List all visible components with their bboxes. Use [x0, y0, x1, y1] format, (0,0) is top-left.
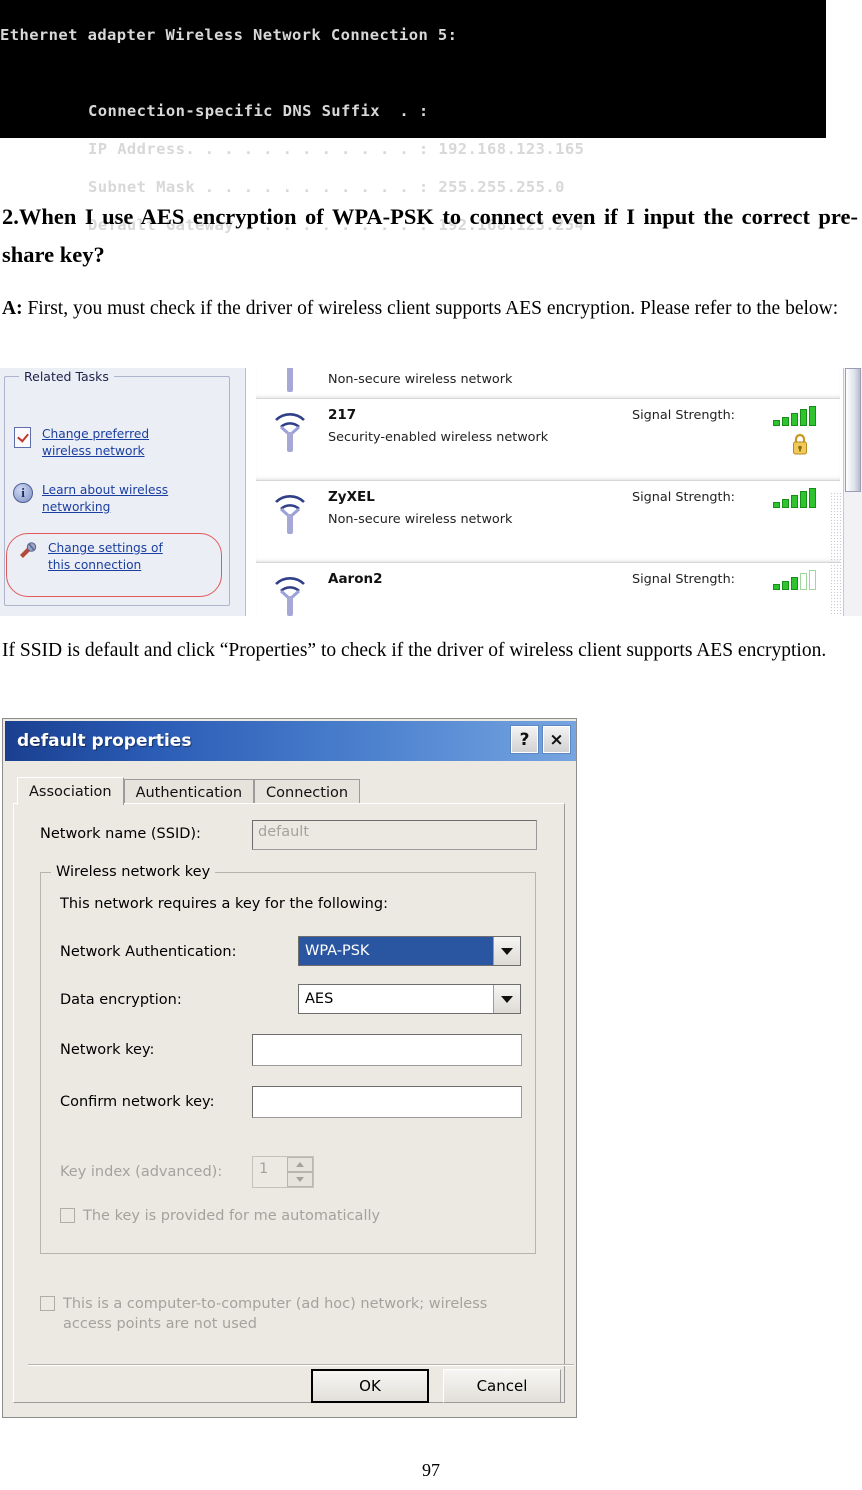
scrollbar-thumb[interactable]	[845, 368, 861, 492]
task-learn-about-wireless-networking[interactable]: i Learn about wireless networking	[12, 482, 182, 516]
network-list-item[interactable]: Non-secure wireless network	[256, 368, 840, 399]
wireless-network-key-title: Wireless network key	[51, 864, 216, 880]
data-encryption-label: Data encryption:	[60, 992, 182, 1008]
confirm-network-key-input[interactable]	[252, 1086, 522, 1118]
ssid-label: Network name (SSID):	[40, 826, 201, 842]
network-list-scrollbar[interactable]	[843, 368, 862, 616]
ipconfig-terminal-output: Ethernet adapter Wireless Network Connec…	[0, 0, 826, 234]
related-tasks-title: Related Tasks	[19, 369, 114, 384]
network-description: Non-secure wireless network	[328, 512, 513, 527]
info-icon: i	[12, 482, 34, 504]
ok-button[interactable]: OK	[311, 1369, 429, 1403]
key-index-value: 1	[259, 1161, 269, 1177]
terminal-header-line: Ethernet adapter Wireless Network Connec…	[0, 26, 458, 44]
terminal-subnet-mask-line: Subnet Mask . . . . . . . . . . . : 255.…	[88, 178, 565, 196]
key-requirement-note: This network requires a key for the foll…	[60, 896, 388, 912]
faq-question-heading: 2.When I use AES encryption of WPA-PSK t…	[2, 204, 858, 267]
dialog-tabstrip[interactable]: Association Authentication Connection	[17, 777, 361, 805]
network-key-label: Network key:	[60, 1042, 155, 1058]
network-authentication-value: WPA-PSK	[299, 937, 493, 965]
network-list-item[interactable]: Aaron2 Signal Strength:	[256, 564, 840, 616]
signal-strength-label: Signal Strength:	[631, 490, 735, 505]
network-name: Aaron2	[328, 571, 383, 587]
key-index-label: Key index (advanced):	[60, 1164, 223, 1180]
chevron-up-icon[interactable]	[287, 1157, 313, 1172]
checkbox-icon[interactable]	[40, 1296, 55, 1311]
chevron-down-icon[interactable]	[493, 985, 520, 1013]
ssid-instruction-paragraph: If SSID is default and click “Properties…	[2, 640, 827, 661]
answer-prefix-label: A:	[2, 298, 23, 319]
terminal-dns-suffix-line: Connection-specific DNS Suffix . :	[88, 102, 429, 120]
wifi-antenna-icon	[275, 577, 305, 616]
network-name: ZyXEL	[328, 489, 375, 505]
panel-divider	[28, 1364, 574, 1366]
chevron-down-icon[interactable]	[493, 937, 520, 965]
network-key-input[interactable]	[252, 1034, 522, 1066]
related-tasks-pane: Related Tasks Change preferred wireless …	[0, 368, 246, 616]
wifi-antenna-icon	[275, 495, 305, 534]
network-description: Security-enabled wireless network	[328, 430, 549, 445]
network-authentication-select[interactable]: WPA-PSK	[298, 936, 521, 966]
titlebar-buttons: ? ×	[510, 725, 571, 754]
network-name: 217	[328, 407, 357, 423]
lock-icon	[793, 433, 807, 455]
signal-strength-label: Signal Strength:	[631, 572, 735, 587]
chevron-down-icon[interactable]	[287, 1172, 313, 1187]
task-change-settings-of-this-connection[interactable]: Change settings of this connection	[18, 540, 188, 574]
network-description: Non-secure wireless network	[328, 372, 513, 387]
data-encryption-value: AES	[305, 991, 334, 1007]
signal-strength-bars	[773, 406, 825, 426]
network-list-item[interactable]: 217 Security-enabled wireless network Si…	[256, 400, 840, 481]
ssid-input[interactable]: default	[252, 820, 537, 850]
wifi-antenna-icon	[287, 368, 293, 392]
cancel-button[interactable]: Cancel	[443, 1369, 561, 1403]
wifi-antenna-icon	[275, 413, 305, 452]
dialog-titlebar[interactable]: default properties ? ×	[5, 721, 576, 761]
adhoc-label: This is a computer-to-computer (ad hoc) …	[63, 1296, 488, 1332]
page-number: 97	[422, 1460, 440, 1480]
confirm-network-key-label: Confirm network key:	[60, 1094, 215, 1110]
auto-key-label: The key is provided for me automatically	[83, 1208, 381, 1224]
default-properties-dialog: default properties ? × Association Authe…	[2, 718, 577, 1418]
network-authentication-label: Network Authentication:	[60, 944, 237, 960]
checkbox-icon[interactable]	[60, 1208, 75, 1223]
adhoc-checkbox-row[interactable]: This is a computer-to-computer (ad hoc) …	[40, 1294, 500, 1334]
wireless-networks-screenshot: Related Tasks Change preferred wireless …	[0, 368, 862, 616]
help-icon[interactable]: ?	[510, 725, 539, 754]
terminal-ip-address-line: IP Address. . . . . . . . . . . . : 192.…	[88, 140, 585, 158]
task-label: Change preferred wireless network	[42, 427, 150, 458]
association-tab-panel: Network name (SSID): default Wireless ne…	[13, 803, 574, 1403]
key-index-stepper[interactable]: 1	[252, 1156, 314, 1188]
signal-strength-bars	[773, 570, 825, 590]
task-label: Learn about wireless networking	[42, 483, 169, 514]
dialog-button-row: OK Cancel	[311, 1369, 561, 1403]
scrollbar-dotted-area	[830, 492, 844, 616]
dialog-title: default properties	[17, 731, 192, 751]
answer-body-text: First, you must check if the driver of w…	[22, 298, 839, 319]
task-change-preferred-wireless-network[interactable]: Change preferred wireless network	[12, 426, 182, 460]
faq-answer-paragraph: A: First, you must check if the driver o…	[2, 292, 860, 325]
tab-association[interactable]: Association	[17, 777, 124, 805]
task-label: Change settings of this connection	[48, 541, 163, 572]
available-networks-list[interactable]: Non-secure wireless network 217 Security…	[246, 368, 862, 616]
document-check-icon	[12, 426, 34, 448]
stepper-buttons[interactable]	[287, 1157, 313, 1187]
network-list-item[interactable]: ZyXEL Non-secure wireless network Signal…	[256, 482, 840, 563]
wrench-icon	[18, 540, 40, 562]
auto-key-checkbox-row[interactable]: The key is provided for me automatically	[60, 1206, 480, 1226]
signal-strength-label: Signal Strength:	[631, 408, 735, 423]
wrench-icon-glyph	[20, 542, 37, 558]
close-icon[interactable]: ×	[542, 725, 571, 754]
tab-connection[interactable]: Connection	[254, 779, 361, 805]
signal-strength-bars	[773, 488, 825, 508]
tab-authentication[interactable]: Authentication	[123, 779, 255, 805]
data-encryption-select[interactable]: AES	[298, 984, 521, 1014]
